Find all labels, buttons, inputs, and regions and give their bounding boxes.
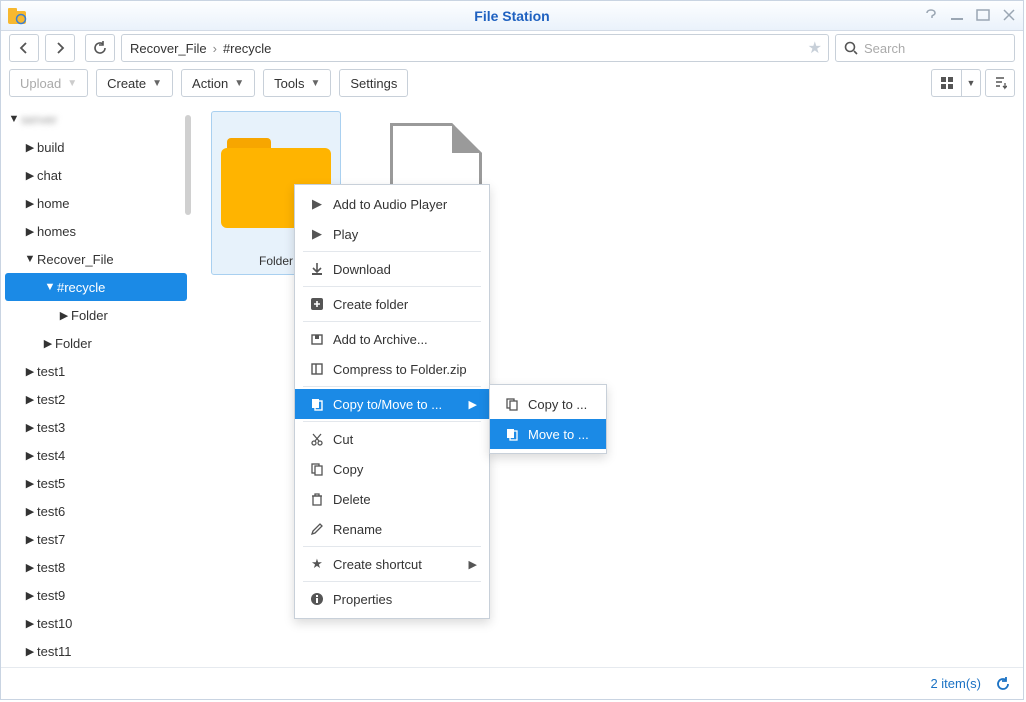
breadcrumb-part[interactable]: Recover_File [130,41,207,56]
close-icon[interactable] [1001,7,1017,23]
archive-icon [307,332,327,346]
menu-cut[interactable]: Cut [295,424,489,454]
breadcrumb[interactable]: Recover_File › #recycle ★ [121,34,829,62]
tree-item[interactable]: ▶test3 [1,413,191,441]
tree-item[interactable]: ▶test5 [1,469,191,497]
tree-item-selected[interactable]: ▼#recycle [5,273,187,301]
tree-item[interactable]: ▶test6 [1,497,191,525]
pencil-icon [307,522,327,536]
menu-play[interactable]: ▶Play [295,219,489,249]
copy-icon [502,397,522,411]
breadcrumb-part[interactable]: #recycle [223,41,271,56]
help-icon[interactable] [923,7,939,23]
maximize-icon[interactable] [975,7,991,23]
status-bar: 2 item(s) [1,667,1023,699]
app-icon [7,7,27,25]
item-count: 2 item(s) [930,676,981,691]
titlebar: File Station [1,1,1023,31]
tree-item[interactable]: ▶home [1,189,191,217]
search-icon [844,41,858,55]
chevron-right-icon: › [213,41,217,56]
menu-properties[interactable]: Properties [295,584,489,614]
tree-item[interactable]: ▶homes [1,217,191,245]
forward-button[interactable] [45,34,75,62]
tree-item[interactable]: ▼Recover_File [1,245,191,273]
tree-item[interactable]: ▶chat [1,161,191,189]
plus-icon [307,297,327,311]
tree-item[interactable]: ▶test9 [1,581,191,609]
trash-icon [307,492,327,506]
info-icon [307,592,327,606]
tools-button[interactable]: Tools▼ [263,69,331,97]
tree-item[interactable]: ▶test2 [1,385,191,413]
play-icon: ▶ [307,196,327,212]
download-icon [307,262,327,276]
tree-item[interactable]: ▶Folder [1,329,191,357]
tree-item[interactable]: ▶test8 [1,553,191,581]
menu-add-audio[interactable]: ▶Add to Audio Player [295,189,489,219]
menu-shortcut[interactable]: ★Create shortcut▶ [295,549,489,579]
sort-button[interactable] [985,69,1015,97]
tree-item[interactable]: ▶test7 [1,525,191,553]
action-button[interactable]: Action▼ [181,69,255,97]
copy-icon [307,462,327,476]
context-menu: ▶Add to Audio Player ▶Play Download Crea… [294,184,490,619]
menu-create-folder[interactable]: Create folder [295,289,489,319]
submenu-copy-to[interactable]: Copy to ... [490,389,606,419]
star-icon[interactable]: ★ [808,38,822,58]
view-thumbnails-button[interactable] [931,69,961,97]
menu-delete[interactable]: Delete [295,484,489,514]
back-button[interactable] [9,34,39,62]
sidebar: ▼server ▶build ▶chat ▶home ▶homes ▼Recov… [1,101,191,667]
zip-icon [307,362,327,376]
menu-compress[interactable]: Compress to Folder.zip [295,354,489,384]
menu-copy-move[interactable]: Copy to/Move to ...▶ [295,389,489,419]
submenu-move-to[interactable]: Move to ... [490,419,606,449]
star-icon: ★ [307,556,327,572]
refresh-icon[interactable] [995,676,1011,692]
tree-root[interactable]: ▼server [1,105,191,133]
move-icon [502,427,522,441]
tree-item[interactable]: ▶test4 [1,441,191,469]
tree-item[interactable]: ▶test10 [1,609,191,637]
upload-button[interactable]: Upload▼ [9,69,88,97]
tree-item[interactable]: ▶test11 [1,637,191,665]
create-button[interactable]: Create▼ [96,69,173,97]
tree-item[interactable]: ▶test1 [1,357,191,385]
menu-add-archive[interactable]: Add to Archive... [295,324,489,354]
tree-item[interactable]: ▶Folder [1,301,191,329]
search-input[interactable]: Search [835,34,1015,62]
view-dropdown-button[interactable]: ▼ [961,69,981,97]
menu-rename[interactable]: Rename [295,514,489,544]
settings-button[interactable]: Settings [339,69,408,97]
refresh-button[interactable] [85,34,115,62]
copy-icon [307,397,327,411]
menu-download[interactable]: Download [295,254,489,284]
tree-item[interactable]: ▶build [1,133,191,161]
minimize-icon[interactable] [949,7,965,23]
play-icon: ▶ [307,226,327,242]
window-title: File Station [1,8,1023,24]
menu-copy[interactable]: Copy [295,454,489,484]
cut-icon [307,432,327,446]
submenu: Copy to ... Move to ... [489,384,607,454]
